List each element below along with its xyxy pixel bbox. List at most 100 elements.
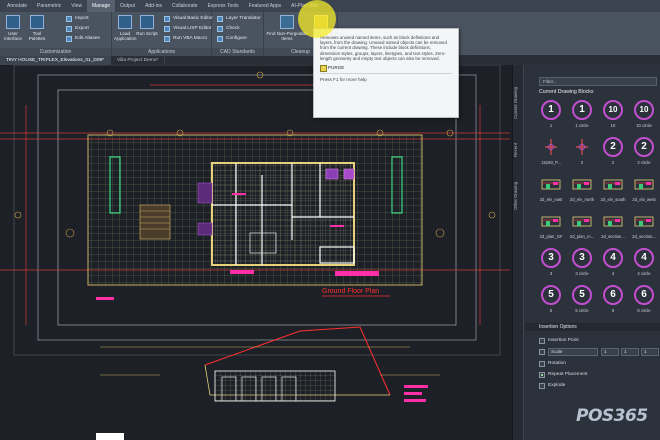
block-item[interactable]: 2d_plan_m...	[566, 210, 598, 246]
explode-option[interactable]: Explode	[539, 383, 565, 389]
block-label: 2d_plan_m...	[569, 234, 595, 239]
user-interface-button[interactable]: User Interface	[2, 15, 24, 41]
scale-z-input[interactable]: 1	[641, 348, 659, 356]
block-thumbnail	[571, 136, 593, 158]
block-item[interactable]: 2d_section...	[597, 210, 629, 246]
panel-title-cad-standards: CAD Standards	[212, 48, 263, 56]
block-item[interactable]: 22	[597, 136, 629, 172]
run-script-button[interactable]: Run Script	[136, 15, 158, 36]
block-item[interactable]: 44	[597, 247, 629, 283]
tool-palettes-button[interactable]: Tool Palettes	[26, 15, 48, 41]
block-item[interactable]: 2d_elv_north	[566, 173, 598, 209]
panel-title-applications: Applications	[112, 48, 211, 56]
file-tab-villa[interactable]: Villa Project Demo*	[111, 56, 166, 65]
edit-aliases-button[interactable]: Edit Aliases	[66, 35, 100, 43]
repeat-placement-checkbox[interactable]	[539, 372, 545, 378]
scale-x-input[interactable]: 1	[601, 348, 619, 356]
block-label: 4 circle	[637, 271, 651, 276]
visual-lisp-editor-button[interactable]: Visual LISP Editor	[164, 25, 212, 33]
filter-input[interactable]: Filter...	[539, 77, 657, 86]
insertion-point-checkbox[interactable]	[539, 338, 545, 344]
block-thumbnail	[540, 173, 562, 195]
block-label: 4	[611, 271, 615, 276]
block-label: 5	[549, 308, 553, 313]
tab-express-tools[interactable]: Express Tools	[203, 0, 244, 12]
block-circle-symbol: 6	[634, 285, 654, 305]
block-item[interactable]: 6 6 circle	[628, 284, 660, 320]
scale-y-input[interactable]: 1	[621, 348, 639, 356]
block-item[interactable]: 1 1 circle	[566, 99, 598, 135]
rotation-checkbox[interactable]	[539, 361, 545, 367]
tab-collaborate[interactable]: Collaborate	[167, 0, 203, 12]
palette-vertical-tabs: Current Drawing Recent Other Drawing	[513, 65, 524, 440]
repeat-placement-option[interactable]: Repeat Placement	[539, 372, 587, 378]
block-item[interactable]: 11	[535, 99, 567, 135]
block-symbol-icon	[576, 139, 588, 155]
layer-translator-icon	[217, 16, 223, 22]
configure-button[interactable]: Configure	[217, 35, 247, 43]
block-item[interactable]: 3 3 circle	[566, 247, 598, 283]
block-label: 2d_plan_GF	[539, 234, 563, 239]
explode-checkbox[interactable]	[539, 383, 545, 389]
scale-checkbox[interactable]	[539, 349, 545, 355]
insertion-point-option[interactable]: Insertion Point	[539, 338, 579, 344]
block-label: 1	[549, 123, 553, 128]
block-label: 2d_section...	[632, 234, 656, 239]
block-thumbnail	[571, 210, 593, 232]
block-item[interactable]: 2d_elv_east	[535, 173, 567, 209]
block-item[interactable]: 66	[597, 284, 629, 320]
block-item[interactable]: 2 2 circle	[628, 136, 660, 172]
tab-parametric[interactable]: Parametric	[32, 0, 66, 12]
block-item[interactable]: 33	[535, 247, 567, 283]
block-item[interactable]: 2d_elv_west	[628, 173, 660, 209]
block-item[interactable]: 2d_plan_GF	[535, 210, 567, 246]
block-label: 2d_elv_west	[632, 197, 656, 202]
load-application-button[interactable]: Load Application	[114, 15, 136, 41]
run-vba-macro-button[interactable]: Run VBA Macro	[164, 35, 207, 43]
check-button[interactable]: Check	[217, 25, 240, 33]
block-drawing-icon	[541, 179, 561, 190]
block-label: 10	[610, 123, 616, 128]
block-label: 6 circle	[637, 308, 651, 313]
rotation-option[interactable]: Rotation	[539, 361, 566, 367]
block-symbol-icon	[545, 139, 557, 155]
block-thumbnail: 3	[540, 247, 562, 269]
scale-select[interactable]: Scale	[548, 348, 598, 356]
block-item[interactable]: 2d_section...	[628, 210, 660, 246]
block-item[interactable]: 55	[535, 284, 567, 320]
vtab-current-drawing[interactable]: Current Drawing	[513, 73, 524, 133]
block-item[interactable]: 2d_elv_south	[597, 173, 629, 209]
block-circle-symbol: 1	[572, 100, 592, 120]
tab-view[interactable]: View	[66, 0, 87, 12]
block-item[interactable]: 2	[566, 136, 598, 172]
block-label: 2d_section...	[601, 234, 625, 239]
block-circle-symbol: 3	[572, 248, 592, 268]
block-drawing-icon	[541, 216, 561, 227]
block-item[interactable]: 4 4 circle	[628, 247, 660, 283]
block-label: 1 circle	[575, 123, 589, 128]
block-circle-symbol: 2	[634, 137, 654, 157]
lisp-editor-icon	[164, 26, 170, 32]
tab-featured-apps[interactable]: Featured Apps	[244, 0, 287, 12]
drawing-canvas[interactable]: Ground Floor Plan	[0, 65, 510, 440]
purge-tooltip: Removes unused named items, such as bloc…	[313, 28, 459, 118]
block-item[interactable]: 10 10 circle	[628, 99, 660, 135]
visual-basic-editor-button[interactable]: Visual Basic Editor	[164, 15, 213, 23]
import-button[interactable]: Import	[66, 15, 89, 23]
vtab-other-drawing[interactable]: Other Drawing	[513, 167, 524, 225]
block-item[interactable]: 5 5 circle	[566, 284, 598, 320]
block-item[interactable]: 15160_P...	[535, 136, 567, 172]
block-drawing-icon	[603, 179, 623, 190]
block-thumbnail	[540, 136, 562, 158]
tab-add-ins[interactable]: Add-ins	[140, 0, 167, 12]
tab-manage[interactable]: Manage	[86, 0, 116, 12]
layer-translator-button[interactable]: Layer Translator	[217, 15, 261, 23]
block-item[interactable]: 10 10	[597, 99, 629, 135]
vtab-recent[interactable]: Recent	[513, 137, 524, 163]
export-button[interactable]: Export	[66, 25, 89, 33]
file-tab-tiny-house[interactable]: TINY HOUSE_TRIPLEX_Elevations_01_D09*	[0, 56, 112, 65]
block-thumbnail: 5	[540, 284, 562, 306]
find-icon	[280, 15, 294, 29]
tab-annotate[interactable]: Annotate	[2, 0, 32, 12]
tab-output[interactable]: Output	[115, 0, 140, 12]
